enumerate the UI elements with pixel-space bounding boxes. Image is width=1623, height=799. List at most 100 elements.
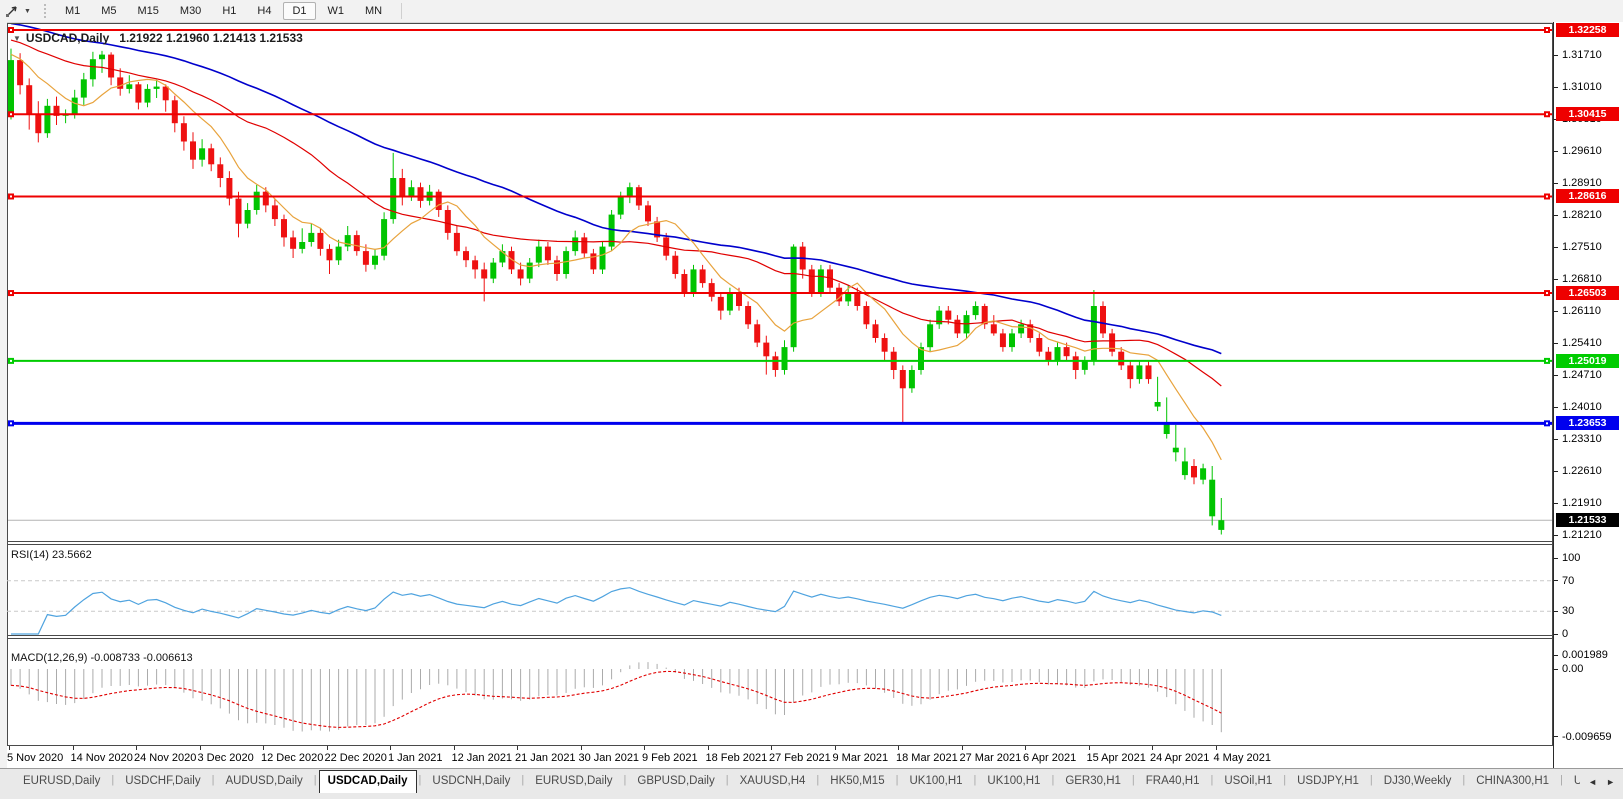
candle-body (26, 85, 32, 115)
tab-separator: | (312, 770, 319, 793)
timeframe-button-m15[interactable]: M15 (129, 2, 168, 20)
time-tick-mark (898, 746, 899, 750)
chart-collapse-icon[interactable]: ▼ (13, 34, 21, 43)
axis-tick-mark (1554, 580, 1558, 581)
chart-tab-eurusd-daily[interactable]: EURUSD,Daily (526, 770, 621, 793)
toolbar: ▼ M1M5M15M30H1H4D1W1MN (0, 0, 1623, 23)
price-axis[interactable]: 1.317101.310101.303101.296101.289101.282… (1553, 22, 1623, 768)
candle-body (991, 324, 997, 333)
candle-body (1191, 466, 1197, 477)
candle-body (181, 123, 187, 141)
chart-tab-usdcnh-daily[interactable]: USDCNH,Daily (423, 770, 519, 793)
line-endpoint-marker-center (1546, 113, 1548, 115)
chart-tab-fra40-h1[interactable]: FRA40,H1 (1137, 770, 1209, 793)
candle-body (818, 269, 824, 292)
timeframe-button-w1[interactable]: W1 (319, 2, 354, 20)
rsi-indicator-label: RSI(14) 23.5662 (11, 549, 92, 561)
axis-tick-mark (1554, 279, 1558, 280)
chart-tab-dj30-weekly[interactable]: DJ30,Weekly (1375, 770, 1461, 793)
price-level-label[interactable]: 1.23653 (1556, 416, 1619, 430)
chart-canvas[interactable] (7, 23, 1553, 745)
candle-body (308, 233, 314, 242)
chart-tab-gbpusd-daily[interactable]: GBPUSD,Daily (628, 770, 723, 793)
tab-separator: | (1281, 770, 1288, 793)
candle-body (199, 148, 205, 159)
time-tick-mark (454, 746, 455, 750)
timeframe-button-h1[interactable]: H1 (213, 2, 245, 20)
chart-tab-usdcad-daily[interactable]: USDCAD,Daily (319, 770, 417, 793)
cursor-tool-icon[interactable] (2, 3, 22, 19)
candle-body (536, 247, 542, 263)
price-tick: 1.26110 (1554, 304, 1601, 318)
price-level-label[interactable]: 1.28616 (1556, 189, 1619, 203)
chart-tab-uk100-h1[interactable]: UK100,H1 (978, 770, 1049, 793)
chart-symbol-period: USDCAD,Daily (26, 31, 109, 45)
line-endpoint-marker-center (10, 360, 12, 362)
timeframe-button-m1[interactable]: M1 (56, 2, 89, 20)
timeframe-button-m30[interactable]: M30 (171, 2, 210, 20)
window-left-gutter (0, 22, 7, 768)
tab-separator: | (417, 770, 424, 793)
axis-tick-mark (1554, 669, 1558, 670)
chart-tab-usoil-h1[interactable]: USOil,H1 (1215, 770, 1281, 793)
candle-body (317, 233, 323, 249)
axis-tick-mark (1554, 55, 1558, 56)
tab-scroll-left-icon[interactable]: ◄ (1588, 777, 1597, 787)
chart-tab-xauusd-h4[interactable]: XAUUSD,H4 (731, 770, 815, 793)
timeframe-button-d1[interactable]: D1 (283, 2, 315, 20)
time-tick-mark (771, 746, 772, 750)
candle-body (882, 338, 888, 352)
timeframe-button-mn[interactable]: MN (356, 2, 391, 20)
candle-body (1018, 324, 1024, 333)
chart-tab-uk100-h1[interactable]: UK100,H1 (900, 770, 971, 793)
candle-body (1009, 333, 1015, 347)
tab-separator: | (972, 770, 979, 793)
candle-body (190, 141, 196, 159)
time-label: 21 Jan 2021 (515, 752, 576, 764)
price-tick: 1.26810 (1554, 272, 1602, 286)
candle-body (945, 311, 951, 320)
axis-tick-mark (1554, 311, 1558, 312)
price-level-label[interactable]: 1.25019 (1556, 354, 1619, 368)
time-axis[interactable]: 5 Nov 202014 Nov 202024 Nov 20203 Dec 20… (7, 745, 1553, 769)
candle-body (936, 311, 942, 325)
price-tick-text: 1.31710 (1562, 49, 1602, 61)
tab-separator: | (1049, 770, 1056, 793)
chart-tab-eurusd-daily[interactable]: EURUSD,Daily (14, 770, 109, 793)
candle-body (1155, 402, 1161, 407)
tab-scroll-right-icon[interactable]: ► (1606, 777, 1615, 787)
line-endpoint-marker-center (1546, 29, 1548, 31)
price-level-label[interactable]: 1.26503 (1556, 286, 1619, 300)
price-level-label[interactable]: 1.32258 (1556, 23, 1619, 37)
price-tick: 1.31010 (1554, 80, 1602, 94)
chart-background[interactable] (7, 23, 1553, 745)
candle-body (763, 343, 769, 357)
candle-body (854, 292, 860, 306)
toolbar-grip[interactable] (43, 3, 48, 19)
chart-tab-usdchf-daily[interactable]: USDCHF,Daily (116, 770, 209, 793)
chart-tab-usdjpy-h1[interactable]: USDJPY,H1 (1288, 770, 1368, 793)
time-tick-mark (1025, 746, 1026, 750)
current-price-label[interactable]: 1.21533 (1556, 513, 1619, 527)
candle-body (327, 249, 333, 260)
price-tick-text: 1.24010 (1562, 401, 1602, 413)
time-tick-mark (1089, 746, 1090, 750)
price-tick-text: 1.27510 (1562, 241, 1602, 253)
time-tick-mark (581, 746, 582, 750)
price-tick: 1.24010 (1554, 400, 1602, 414)
candle-body (354, 235, 360, 251)
rsi-tick-text: 0 (1562, 628, 1568, 640)
timeframe-button-m5[interactable]: M5 (92, 2, 125, 20)
price-level-label[interactable]: 1.30415 (1556, 107, 1619, 121)
chart-tab-china300-h1[interactable]: CHINA300,H1 (1467, 770, 1558, 793)
price-tick: 1.22610 (1554, 464, 1602, 478)
chart-tab-ger30-h1[interactable]: GER30,H1 (1056, 770, 1130, 793)
price-tick: 1.29610 (1554, 144, 1602, 158)
timeframe-button-h4[interactable]: H4 (248, 2, 280, 20)
chart-tab-hk50-m15[interactable]: HK50,M15 (821, 770, 893, 793)
time-tick-mark (708, 746, 709, 750)
dropdown-caret-icon[interactable]: ▼ (24, 8, 31, 15)
price-tick-text: 1.28210 (1562, 209, 1602, 221)
chart-tab-audusd-daily[interactable]: AUDUSD,Daily (216, 770, 311, 793)
line-endpoint-marker-center (10, 113, 12, 115)
